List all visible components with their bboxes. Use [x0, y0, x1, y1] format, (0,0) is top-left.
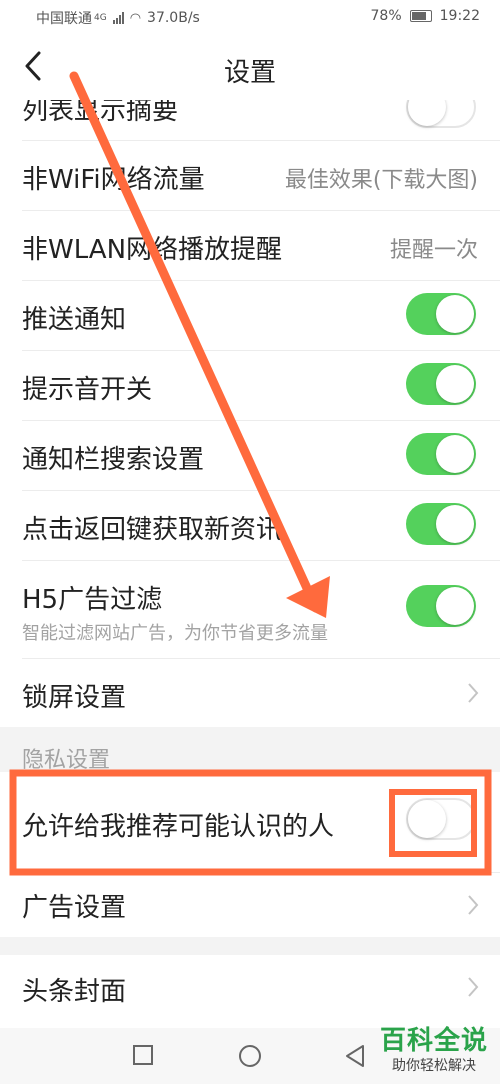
summary-toggle[interactable] [406, 100, 476, 128]
signal-icon [112, 12, 124, 24]
battery-icon [409, 10, 432, 22]
settings-row-lock-screen[interactable]: 锁屏设置 [0, 659, 500, 727]
settings-row-back-key: 点击返回键获取新资讯 [0, 491, 500, 560]
settings-row-notif-search: 通知栏搜索设置 [0, 421, 500, 490]
settings-row-recommend: 允许给我推荐可能认识的人 [0, 772, 500, 872]
notif-search-toggle[interactable] [406, 433, 476, 475]
recent-apps-icon[interactable] [132, 1044, 154, 1066]
toggle-knob [436, 295, 474, 333]
settings-row-push: 推送通知 [0, 281, 500, 350]
chevron-right-icon [468, 977, 479, 997]
toggle-knob [408, 100, 446, 126]
chevron-right-icon [468, 683, 479, 703]
page-title: 设置 [223, 58, 276, 88]
row-label: 允许给我推荐可能认识的人 [22, 812, 335, 842]
app-header: 设置 [0, 34, 500, 100]
row-label: 点击返回键获取新资讯 [22, 515, 283, 545]
battery-percent: 78% [370, 8, 402, 24]
row-label: 推送通知 [22, 305, 127, 335]
row-label: 列表显示摘要 [22, 100, 179, 126]
row-label: 广告设置 [22, 893, 127, 923]
row-value: 提醒一次 [389, 238, 478, 263]
recommend-toggle[interactable] [406, 798, 476, 840]
push-toggle[interactable] [406, 293, 476, 335]
network-speed: 37.0B/s [147, 10, 200, 26]
settings-row-nonwifi[interactable]: 非WiFi网络流量 最佳效果(下载大图) [0, 141, 500, 210]
settings-row-ad-settings[interactable]: 广告设置 [0, 873, 500, 937]
clock: 19:22 [439, 8, 480, 24]
home-circle-icon[interactable] [238, 1044, 262, 1068]
watermark-logo: 百科全说 助你轻松解决 [380, 1020, 488, 1075]
status-bar: 中国联通 4G ◠ 37.0B/s 78% 19:22 [0, 0, 500, 34]
carrier-name: 中国联通 [36, 11, 92, 27]
network-type: 4G [94, 13, 107, 23]
sound-toggle[interactable] [406, 363, 476, 405]
row-label: 非WiFi网络流量 [22, 165, 205, 195]
settings-row-sound: 提示音开关 [0, 351, 500, 420]
section-gap [0, 937, 500, 955]
h5-filter-toggle[interactable] [406, 585, 476, 627]
settings-row-h5-filter: H5广告过滤 智能过滤网站广告，为你节省更多流量 [0, 561, 500, 644]
row-subtitle: 智能过滤网站广告，为你节省更多流量 [22, 623, 328, 644]
watermark-title: 百科全说 [379, 1026, 488, 1056]
wifi-icon: ◠ [129, 10, 142, 26]
toggle-knob [408, 800, 446, 838]
section-header-privacy: 隐私设置 [22, 748, 111, 773]
row-label: 提示音开关 [22, 375, 153, 405]
toggle-knob [436, 365, 474, 403]
row-label: 锁屏设置 [22, 683, 127, 713]
row-label: 非WLAN网络播放提醒 [22, 235, 283, 265]
toggle-knob [436, 505, 474, 543]
toggle-knob [436, 587, 474, 625]
back-triangle-icon[interactable] [344, 1044, 366, 1068]
row-label: H5广告过滤 [22, 585, 163, 615]
settings-row-nonwlan[interactable]: 非WLAN网络播放提醒 提醒一次 [0, 211, 500, 280]
settings-row-cover[interactable]: 头条封面 [0, 955, 500, 1023]
watermark-subtitle: 助你轻松解决 [391, 1058, 476, 1074]
row-label: 头条封面 [22, 977, 127, 1007]
chevron-right-icon [468, 895, 479, 915]
back-key-toggle[interactable] [406, 503, 476, 545]
toggle-knob [436, 435, 474, 473]
row-value: 最佳效果(下载大图) [284, 168, 478, 193]
row-label: 通知栏搜索设置 [22, 445, 205, 475]
